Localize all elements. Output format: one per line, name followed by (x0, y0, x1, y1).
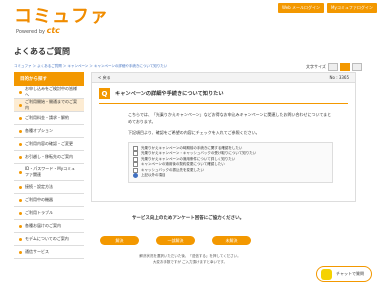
unresolved-button[interactable]: 未解決 (212, 236, 251, 245)
bullet-icon (19, 211, 22, 215)
logo-powered-by: Powered by (16, 29, 45, 35)
question-icon: Q (99, 88, 110, 99)
bullet-icon (19, 90, 22, 94)
breadcrumb[interactable]: コミュファ ＞ よくあるご質問 ＞ キャンペーン ＞ キャンペーンの詳細や手続き… (14, 64, 167, 69)
sidebar-item[interactable]: お引越し・移転先のご案内 (14, 151, 84, 164)
answer-paragraph: 下記項目より、確認をご希望の内容にチェックを入れてご参照ください。 (128, 130, 260, 135)
sidebar-item[interactable]: 各種お届けのご案内 (14, 220, 84, 233)
page-title: よくあるご質問 (14, 47, 70, 56)
bullet-icon (19, 116, 22, 120)
bullet-icon (19, 142, 22, 146)
checklist-label: 光乗りかえキャンペーン・キャッシュバックの受け取りについて知りたい (141, 151, 257, 156)
back-link[interactable]: < 戻る (98, 75, 111, 81)
checklist-label: 光乗りかえキャンペーンの時期前の手続きに関する確認をしたい (141, 145, 243, 150)
resolved-button[interactable]: 解決 (100, 236, 139, 245)
sidebar-item[interactable]: お申し込みをご検討中の皆様へ (14, 86, 84, 99)
sidebar-item-label: ご利用開始・開通までのご案内 (25, 99, 77, 110)
bullet-icon (19, 103, 22, 107)
sidebar-item[interactable]: 通信サービス (14, 246, 84, 259)
sidebar-item[interactable]: ご利用内容の確認・ご変更 (14, 138, 84, 151)
chat-button[interactable]: チャットで質問 (316, 266, 372, 282)
chat-label: チャットで質問 (336, 271, 364, 276)
sidebar-item-selected[interactable]: ご利用開始・開通までのご案内 (14, 99, 84, 112)
font-size-small[interactable] (327, 63, 338, 71)
sidebar-item[interactable]: 各種オプション (14, 125, 84, 138)
sidebar-item-label: お引越し・移転先のご案内 (25, 154, 73, 159)
radio-selected[interactable] (133, 173, 138, 179)
sidebar-item[interactable]: ご利用中の機器 (14, 194, 84, 207)
comufa-logo[interactable]: コミュファ Powered by ctc (14, 6, 109, 36)
checkbox[interactable] (133, 167, 138, 173)
font-size-medium[interactable] (339, 63, 350, 71)
font-size-label: 文字サイズ (306, 64, 326, 69)
sidebar-heading: 目的から探す (14, 72, 84, 86)
logo-brand: ctc (46, 26, 60, 35)
bullet-icon (19, 237, 22, 241)
bullet-icon (19, 155, 22, 159)
sidebar-item-label: 接続・設定方法 (25, 184, 53, 189)
answer-paragraph: こちらでは、「光乗りかえキャンペーン」などお得なお申込みキャンペーンに関連したお… (128, 112, 332, 124)
answer-body: こちらでは、「光乗りかえキャンペーン」などお得なお申込みキャンペーンに関連したお… (92, 104, 355, 137)
checklist-item[interactable]: 上記以外の項目 (133, 173, 328, 179)
question-header: Q キャンペーンの詳細や手続きについて知りたい (92, 83, 355, 99)
webmail-login-button[interactable]: Web メールログイン (278, 3, 324, 13)
sidebar-item[interactable]: ID・パスワード・Myコミュファ関連 (14, 164, 84, 181)
chat-icon (321, 268, 332, 280)
faq-panel-top: < 戻る No : 3365 (92, 73, 355, 83)
checkbox[interactable] (133, 151, 138, 157)
faq-number: No : 3365 (329, 75, 349, 80)
survey-buttons: 解決 一部解決 未解決 (100, 236, 251, 245)
sidebar-item-label: ご利用中の機器 (25, 197, 53, 202)
sidebar-item[interactable]: モデムについてのご案内 (14, 233, 84, 246)
sidebar-item-label: 通信サービス (25, 249, 49, 254)
mycommufa-login-button[interactable]: Myコミュファログイン (327, 3, 377, 13)
sidebar-item[interactable]: 接続・設定方法 (14, 181, 84, 194)
topic-checklist: 光乗りかえキャンペーンの時期前の手続きに関する確認をしたい 光乗りかえキャンペー… (128, 141, 333, 183)
font-size-control: 文字サイズ (306, 63, 362, 71)
sidebar-item-label: ご利用料金・請求・解約 (25, 115, 69, 120)
sidebar-item-label: ID・パスワード・Myコミュファ関連 (25, 166, 76, 177)
faq-panel: < 戻る No : 3365 Q キャンペーンの詳細や手続きについて知りたい こ… (91, 72, 356, 202)
checkbox[interactable] (133, 145, 138, 151)
sidebar-item-label: モデムについてのご案内 (25, 236, 69, 241)
checkbox[interactable] (133, 162, 138, 168)
font-size-large[interactable] (351, 63, 362, 71)
bullet-icon (19, 170, 22, 174)
question-title: キャンペーンの詳細や手続きについて知りたい (115, 91, 224, 97)
sidebar-item-label: ご利用トラブル (25, 210, 53, 215)
partially-resolved-button[interactable]: 一部解決 (156, 236, 195, 245)
header-links: Web メールログイン Myコミュファログイン (278, 3, 377, 13)
sidebar-item-label: 各種お届けのご案内 (25, 223, 61, 228)
bullet-icon (19, 250, 22, 254)
bullet-icon (19, 185, 22, 189)
checklist-label: 上記以外の項目 (141, 173, 166, 178)
sidebar-item-label: お申し込みをご検討中の皆様へ (25, 86, 77, 97)
sidebar-item-label: ご利用内容の確認・ご変更 (25, 141, 73, 146)
logo-subtext: Powered by ctc (16, 26, 109, 35)
bullet-icon (19, 198, 22, 202)
sidebar: 目的から探す お申し込みをご検討中の皆様へ ご利用開始・開通までのご案内 ご利用… (14, 72, 84, 259)
sidebar-item[interactable]: ご利用トラブル (14, 207, 84, 220)
checklist-label: 光乗りかえキャンペーンの適用条件について詳しく知りたい (141, 156, 236, 161)
survey-instructions: 解決状況を選択いただいた後、「送信する」を押してください。 大変お手数ですが ご… (139, 254, 241, 264)
checklist-label: キャッシュバックの振込先を変更したい (141, 167, 204, 172)
checkbox[interactable] (133, 156, 138, 162)
logo-text: コミュファ (14, 6, 109, 27)
survey-title: サービス向上のためアンケート回答にご協力ください。 (131, 216, 245, 221)
bullet-icon (19, 129, 22, 133)
checklist-label: キャンペーンの適用後の契約変更について確認したい (141, 162, 225, 167)
bullet-icon (19, 224, 22, 228)
sidebar-item[interactable]: ご利用料金・請求・解約 (14, 112, 84, 125)
sidebar-item-label: 各種オプション (25, 128, 53, 133)
